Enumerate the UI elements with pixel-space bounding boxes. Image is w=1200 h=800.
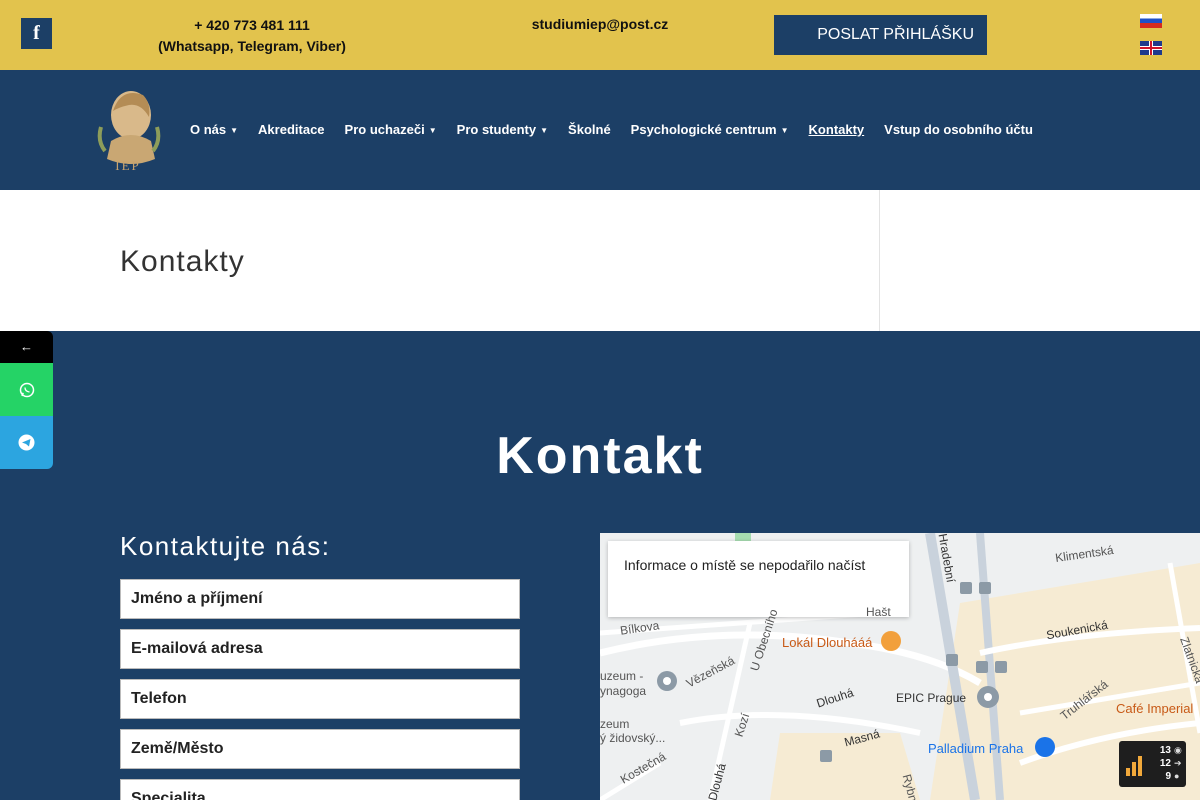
- city-field[interactable]: [120, 729, 520, 769]
- facebook-icon[interactable]: f: [21, 18, 52, 49]
- phone-number[interactable]: + 420 773 481 111: [142, 15, 362, 36]
- main-navigation: IEP O nás ▼ Akreditace Pro uchazeči ▼ Pro …: [0, 70, 1200, 190]
- title-band: Kontakty: [0, 190, 1200, 331]
- nav-item-kontakty[interactable]: Kontakty: [809, 122, 865, 137]
- divider: [879, 190, 880, 331]
- english-flag-icon[interactable]: [1140, 41, 1162, 55]
- arrow-right-icon: ➔: [1174, 758, 1182, 768]
- stats-values: 13 12 9: [1149, 744, 1171, 783]
- page-title: Kontakty: [120, 245, 245, 278]
- nav-item-pro-uchazeci[interactable]: Pro uchazeči ▼: [345, 122, 437, 137]
- map-poi-label[interactable]: Lokál Dlouhááá: [782, 635, 872, 650]
- map-label: Hašt: [866, 605, 891, 619]
- contact-email[interactable]: studiumiep@post.cz: [520, 15, 680, 33]
- visits-count: 12: [1159, 758, 1171, 769]
- views-count: 13: [1159, 745, 1171, 756]
- nav-item-skolne[interactable]: Školné: [568, 122, 611, 137]
- phone-apps: (Whatsapp, Telegram, Viber): [158, 38, 346, 54]
- phone-field[interactable]: [120, 679, 520, 719]
- nav-item-o-nas[interactable]: O nás ▼: [190, 122, 238, 137]
- nav-item-psychologicke-centrum[interactable]: Psychologické centrum ▼: [631, 122, 789, 137]
- map-info-panel: Informace o místě se nepodařilo načíst: [608, 541, 909, 617]
- nav-item-akreditace[interactable]: Akreditace: [258, 122, 324, 137]
- eye-icon: ◉: [1174, 745, 1182, 755]
- map-poi-label[interactable]: Café Imperial: [1116, 701, 1193, 716]
- bar-chart-icon: [1126, 756, 1142, 776]
- contact-phone: + 420 773 481 111 (Whatsapp, Telegram, V…: [142, 15, 362, 57]
- section-heading: Kontakt: [496, 427, 704, 485]
- whatsapp-icon[interactable]: [0, 363, 53, 416]
- google-map[interactable]: Informace o místě se nepodařilo načíst K…: [600, 533, 1200, 800]
- map-poi-label[interactable]: ý židovský...: [600, 731, 665, 745]
- visitors-count: 9: [1165, 771, 1171, 782]
- logo-text: IEP: [115, 158, 141, 173]
- map-poi-label[interactable]: EPIC Prague: [896, 691, 966, 705]
- nav-item-pro-studenty[interactable]: Pro studenty ▼: [457, 122, 548, 137]
- stats-icons: ◉ ➔ ●: [1174, 744, 1182, 783]
- map-poi-label[interactable]: ynagoga: [600, 684, 646, 698]
- nav-menu: O nás ▼ Akreditace Pro uchazeči ▼ Pro stud…: [190, 122, 1053, 137]
- form-heading: Kontaktujte nás:: [120, 531, 331, 561]
- russian-flag-icon[interactable]: [1140, 14, 1162, 28]
- send-application-button[interactable]: POSLAT PŘIHLÁŠKU: [774, 15, 987, 55]
- specialty-field[interactable]: [120, 779, 520, 800]
- person-icon: ●: [1174, 771, 1180, 781]
- name-field[interactable]: [120, 579, 520, 619]
- visitor-stats-widget[interactable]: 13 12 9 ◉ ➔ ●: [1119, 741, 1186, 787]
- map-poi-label[interactable]: zeum: [600, 717, 629, 731]
- email-field[interactable]: [120, 629, 520, 669]
- map-poi-label[interactable]: uzeum -: [600, 669, 643, 683]
- nav-item-osobni-ucet[interactable]: Vstup do osobního účtu: [884, 122, 1033, 137]
- collapse-arrow-icon[interactable]: ←: [0, 331, 53, 363]
- map-poi-label[interactable]: Palladium Praha: [928, 741, 1023, 756]
- top-bar: f + 420 773 481 111 (Whatsapp, Telegram,…: [0, 0, 1200, 70]
